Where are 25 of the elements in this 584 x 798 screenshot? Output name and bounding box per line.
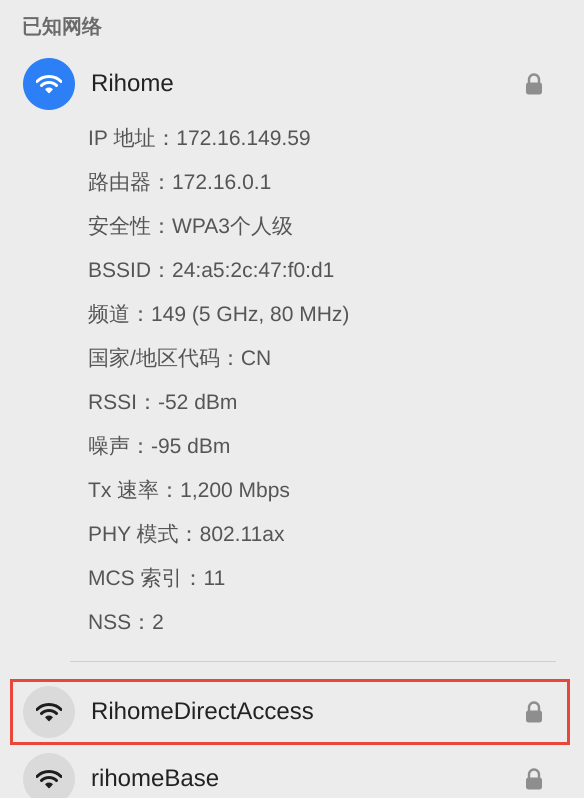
network-name: rihomeBase xyxy=(91,764,220,794)
network-row[interactable]: rihomeBase xyxy=(10,746,570,798)
detail-text: NSS：2 xyxy=(87,610,165,636)
network-name: Rihome xyxy=(91,69,175,99)
lock-icon xyxy=(525,701,543,723)
detail-text: 安全性：WPA3个人级 xyxy=(87,214,294,240)
detail-text: RSSI：-52 dBm xyxy=(87,390,238,416)
lock-icon xyxy=(525,73,543,95)
detail-text: IP 地址：172.16.149.59 xyxy=(87,126,312,152)
detail-text: 频道：149 (5 GHz, 80 MHz) xyxy=(87,302,350,328)
network-row[interactable]: Rihome xyxy=(10,51,570,117)
lock-icon xyxy=(525,768,543,790)
network-row[interactable]: RihomeDirectAccess xyxy=(10,679,570,745)
wifi-icon xyxy=(36,702,62,722)
wifi-icon xyxy=(36,74,62,94)
section-title: 已知网络 xyxy=(21,15,103,40)
detail-text: MCS 索引：11 xyxy=(87,566,226,592)
network-name: RihomeDirectAccess xyxy=(91,697,315,727)
detail-text: 噪声：-95 dBm xyxy=(87,434,232,460)
detail-text: 路由器：172.16.0.1 xyxy=(87,170,272,196)
detail-text: Tx 速率：1,200 Mbps xyxy=(87,478,291,504)
wifi-icon xyxy=(36,769,62,789)
detail-text: BSSID：24:a5:2c:47:f0:d1 xyxy=(87,258,336,284)
detail-text: PHY 模式：802.11ax xyxy=(87,522,286,548)
detail-text: 国家/地区代码：CN xyxy=(87,346,272,372)
